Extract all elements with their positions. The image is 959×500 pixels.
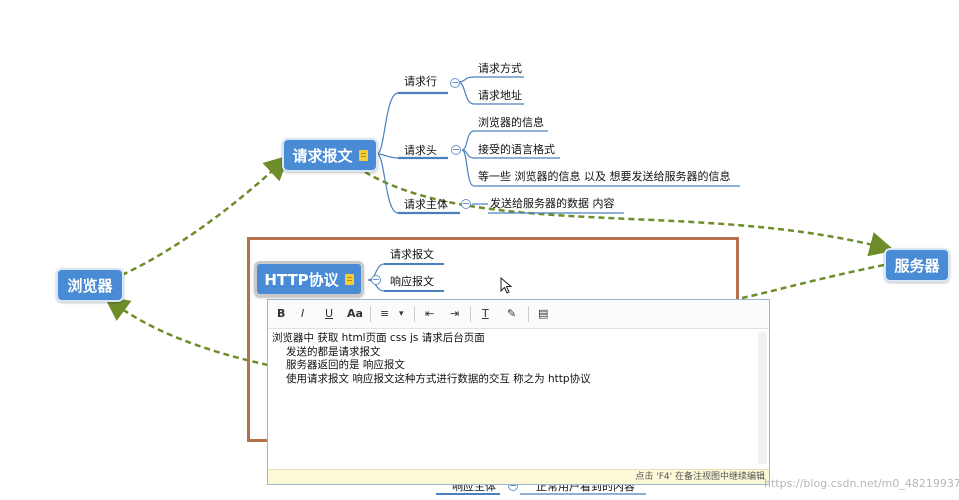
watermark: https://blog.csdn.net/m0_48219937 [764,477,959,490]
indent-button[interactable]: ⇥ [450,307,459,321]
note-editor[interactable]: B I U Aa ≡ ▾ ⇤ ⇥ T ✎ ▤ 浏览器中 获取 html页面 cs… [267,299,770,485]
note-icon[interactable] [358,149,368,161]
collapse-icon[interactable] [450,78,460,88]
font-size-button[interactable]: Aa [347,307,363,321]
editor-scrollbar[interactable] [758,332,767,464]
toolbar-separator [470,306,471,322]
align-button[interactable]: ≡ [380,307,389,321]
text-format-button[interactable]: T [482,307,489,321]
clear-format-button[interactable]: ✎ [507,307,516,321]
collapse-icon[interactable] [451,145,461,155]
bold-button[interactable]: B [277,307,285,321]
topic-request-body[interactable]: 请求主体 [404,198,448,212]
note-text-area[interactable]: 浏览器中 获取 html页面 css js 请求后台页面 发送的都是请求报文 服… [272,332,753,386]
browser-node[interactable]: 浏览器 [56,268,124,302]
topic-body-data[interactable]: 发送给服务器的数据 内容 [490,197,615,211]
outdent-button[interactable]: ⇤ [425,307,434,321]
topic-header-more[interactable]: 等一些 浏览器的信息 以及 想要发送给服务器的信息 [478,170,731,184]
editor-toolbar: B I U Aa ≡ ▾ ⇤ ⇥ T ✎ ▤ [268,300,769,329]
editor-status-bar: 点击 'F4' 在备注视图中继续编辑 [268,469,769,484]
mouse-cursor-icon [500,277,513,294]
chevron-down-icon[interactable]: ▾ [399,307,404,321]
toolbar-separator [528,306,529,322]
topic-browser-info[interactable]: 浏览器的信息 [478,116,544,130]
underline-button[interactable]: U [325,307,333,321]
insert-button[interactable]: ▤ [538,307,548,321]
collapse-icon[interactable] [461,199,471,209]
topic-request-header[interactable]: 请求头 [404,144,437,158]
toolbar-separator [370,306,371,322]
topic-request-url[interactable]: 请求地址 [478,89,522,103]
note-line: 发送的都是请求报文 [286,345,381,358]
italic-button[interactable]: I [301,307,304,321]
note-line: 服务器返回的是 响应报文 [286,359,405,371]
server-node[interactable]: 服务器 [884,248,950,282]
toolbar-separator [414,306,415,322]
note-line: 使用请求报文 响应报文这种方式进行数据的交互 称之为 http协议 [286,372,591,385]
arrow-server-to-browser [741,263,885,300]
topic-accept-language[interactable]: 接受的语言格式 [478,143,555,157]
topic-request-line[interactable]: 请求行 [404,75,437,89]
arrow-back-to-browser [103,296,269,367]
topic-request-method[interactable]: 请求方式 [478,62,522,76]
request-message-node[interactable]: 请求报文 [282,138,378,172]
note-line: 浏览器中 获取 html页面 css js 请求后台页面 [272,332,485,344]
